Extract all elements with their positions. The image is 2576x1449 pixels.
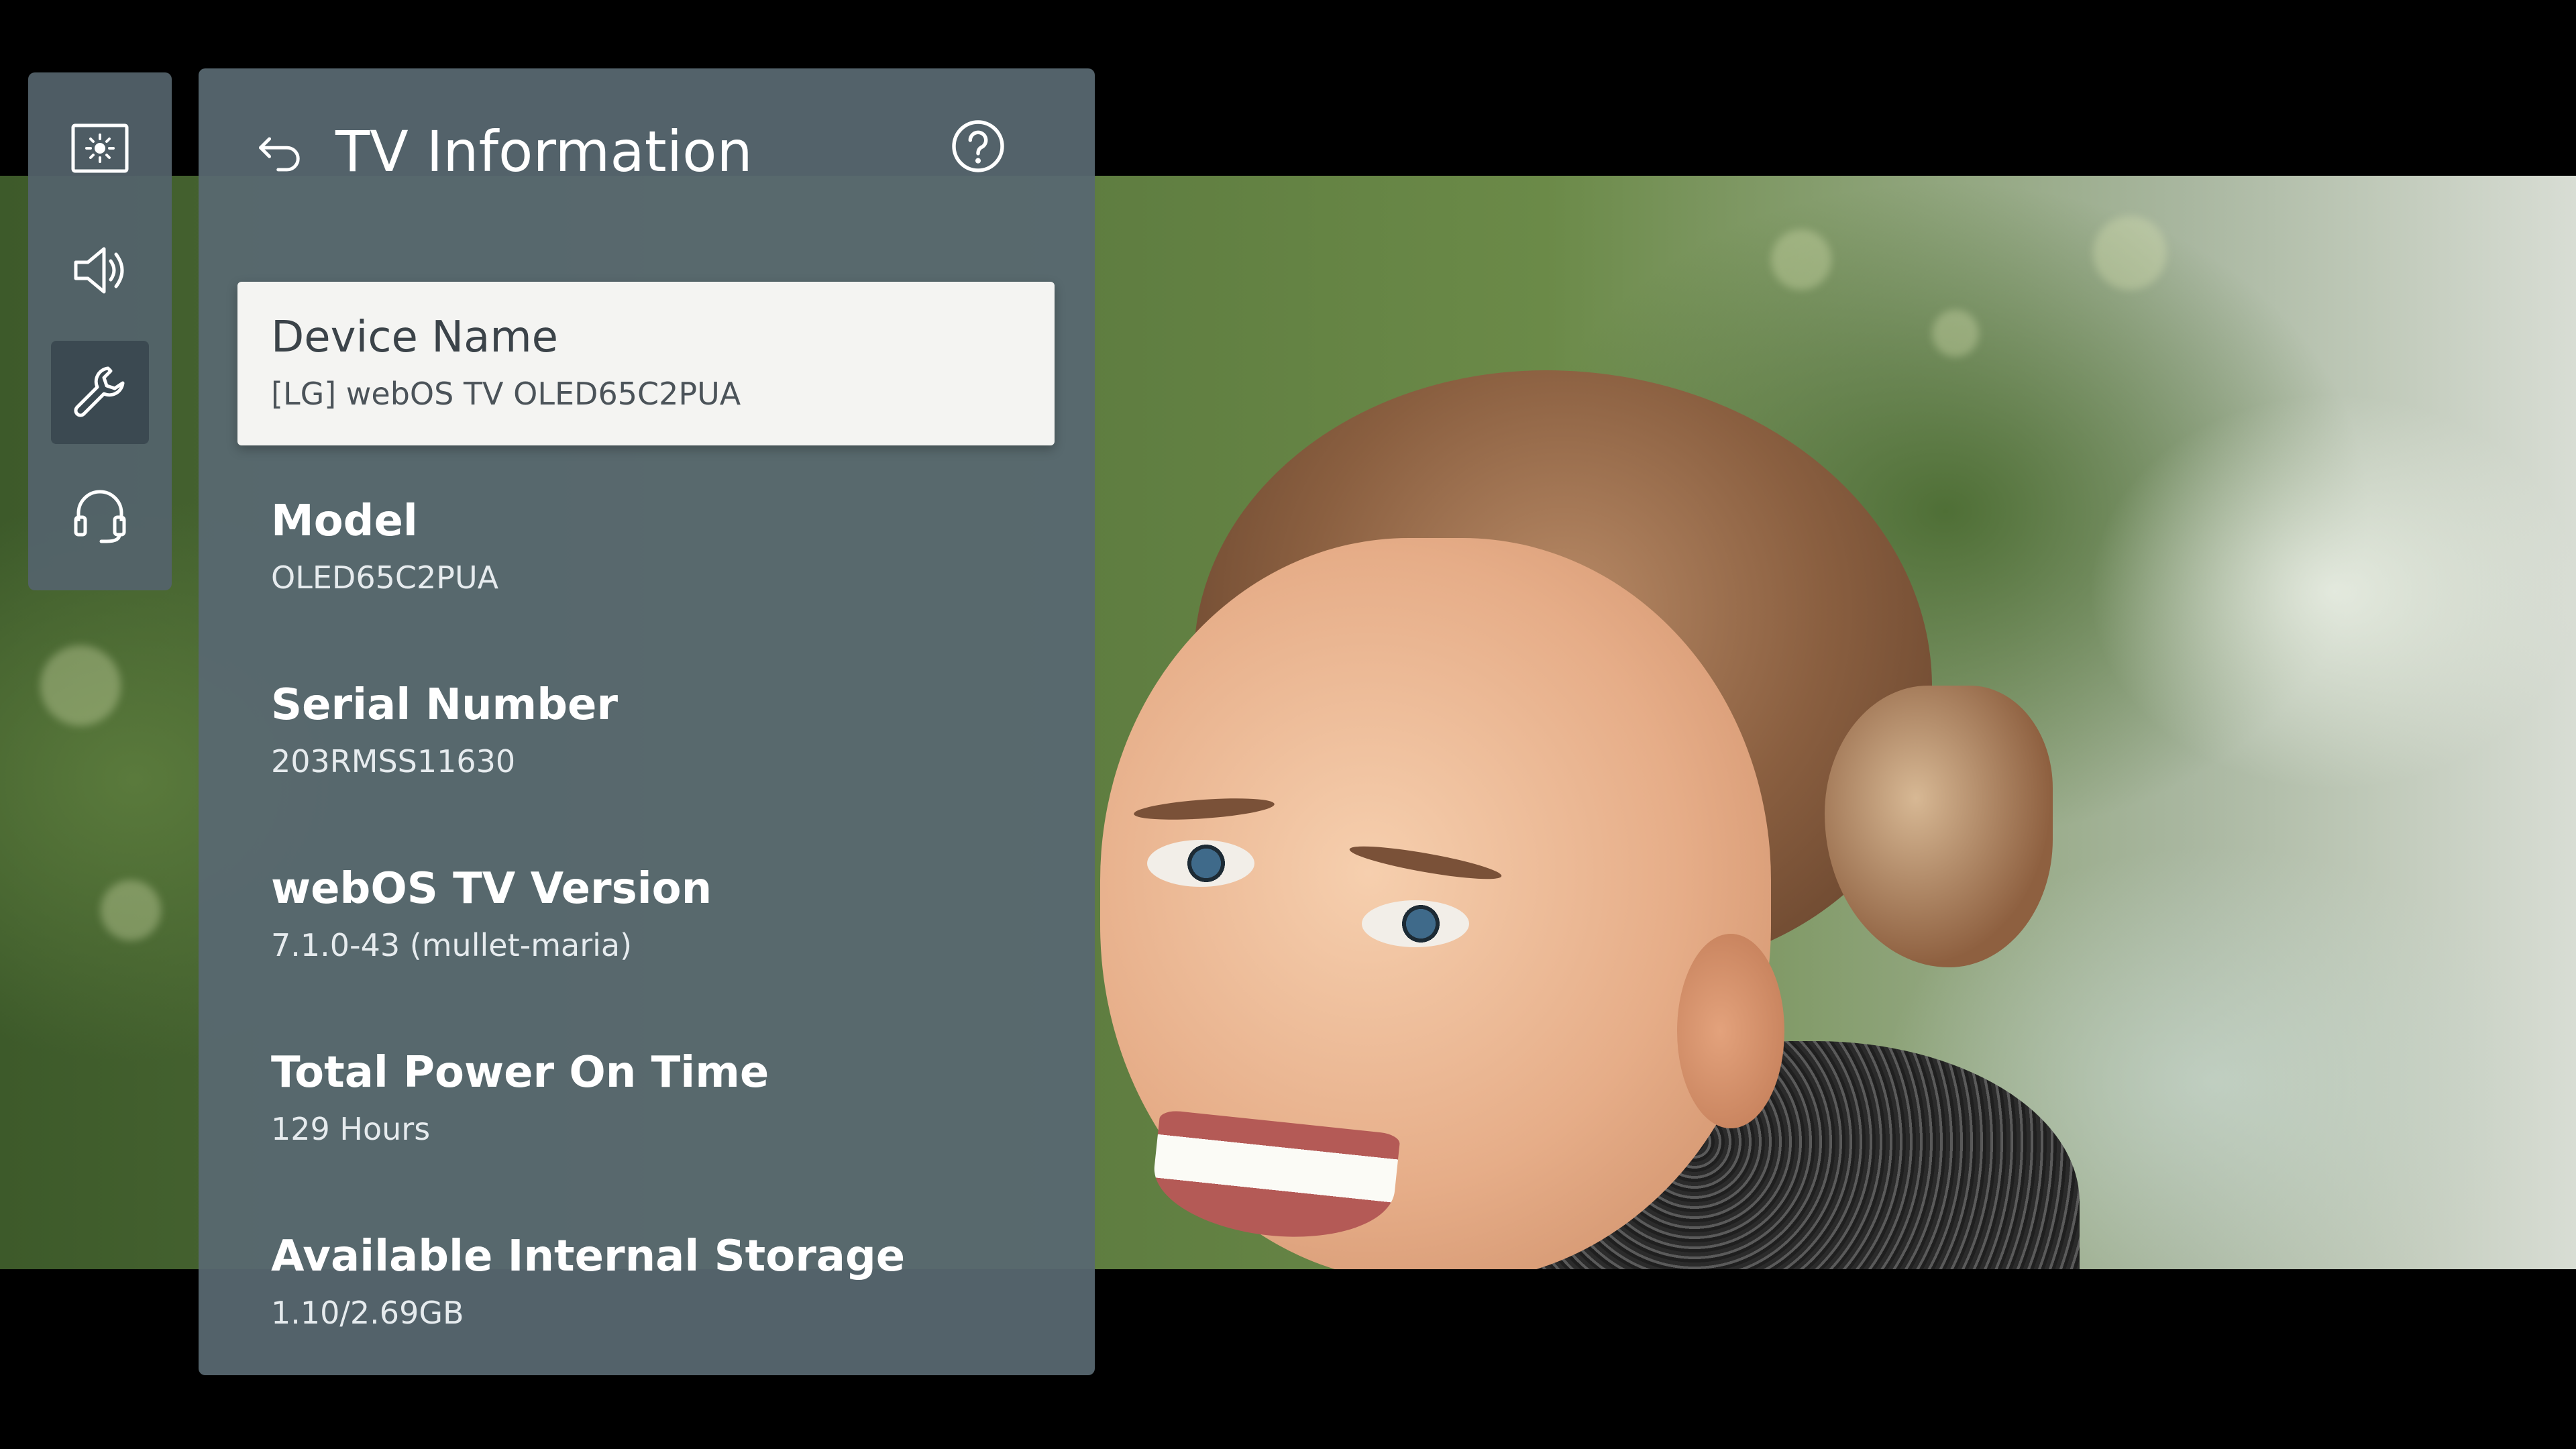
- rail-item-support[interactable]: [51, 463, 149, 566]
- page-title: TV Information: [335, 119, 753, 184]
- tv-information-panel: TV Information Device Name [LG] webOS TV…: [199, 68, 1095, 1375]
- info-label: Total Power On Time: [271, 1048, 769, 1097]
- bokeh-light: [1771, 229, 1831, 290]
- portrait-eye: [1362, 900, 1469, 947]
- info-value: 7.1.0-43 (mullet-maria): [271, 927, 633, 963]
- info-value: 203RMSS11630: [271, 743, 516, 780]
- info-label: Available Internal Storage: [271, 1232, 906, 1281]
- portrait-eye: [1147, 840, 1254, 887]
- help-button[interactable]: [945, 113, 1012, 180]
- info-label: webOS TV Version: [271, 864, 712, 914]
- info-item-internal-storage[interactable]: Available Internal Storage 1.10/2.69GB: [237, 1201, 1055, 1364]
- info-value: [LG] webOS TV OLED65C2PUA: [271, 376, 741, 412]
- rail-item-sound[interactable]: [51, 219, 149, 322]
- portrait-ear: [1677, 934, 1784, 1128]
- portrait-bun: [1825, 686, 2053, 967]
- sound-icon: [74, 247, 124, 294]
- info-item-power-on-time[interactable]: Total Power On Time 129 Hours: [237, 1017, 1055, 1181]
- help-icon: [952, 120, 1004, 172]
- info-label: Device Name: [271, 313, 559, 362]
- rail-item-general[interactable]: [51, 341, 149, 444]
- bokeh-light: [2093, 216, 2167, 290]
- tv-screen: TV Information Device Name [LG] webOS TV…: [0, 0, 2576, 1449]
- back-button[interactable]: [247, 121, 314, 188]
- info-value: 1.10/2.69GB: [271, 1295, 464, 1331]
- bokeh-light: [40, 645, 121, 726]
- info-item-model[interactable]: Model OLED65C2PUA: [237, 466, 1055, 629]
- info-item-serial-number[interactable]: Serial Number 203RMSS11630: [237, 649, 1055, 813]
- info-label: Serial Number: [271, 680, 618, 730]
- info-value: OLED65C2PUA: [271, 559, 499, 596]
- wrench-icon: [74, 366, 125, 417]
- headset-icon: [74, 490, 126, 543]
- info-item-device-name[interactable]: Device Name [LG] webOS TV OLED65C2PUA: [237, 282, 1055, 445]
- picture-icon: [71, 123, 129, 173]
- info-item-webos-version[interactable]: webOS TV Version 7.1.0-43 (mullet-maria): [237, 833, 1055, 997]
- bokeh-light: [101, 880, 161, 941]
- rail-item-picture[interactable]: [51, 97, 149, 200]
- bokeh-light: [1932, 310, 1979, 357]
- info-value: 129 Hours: [271, 1111, 431, 1147]
- info-label: Model: [271, 496, 418, 546]
- back-arrow-icon: [259, 137, 300, 172]
- settings-category-rail: [28, 72, 172, 590]
